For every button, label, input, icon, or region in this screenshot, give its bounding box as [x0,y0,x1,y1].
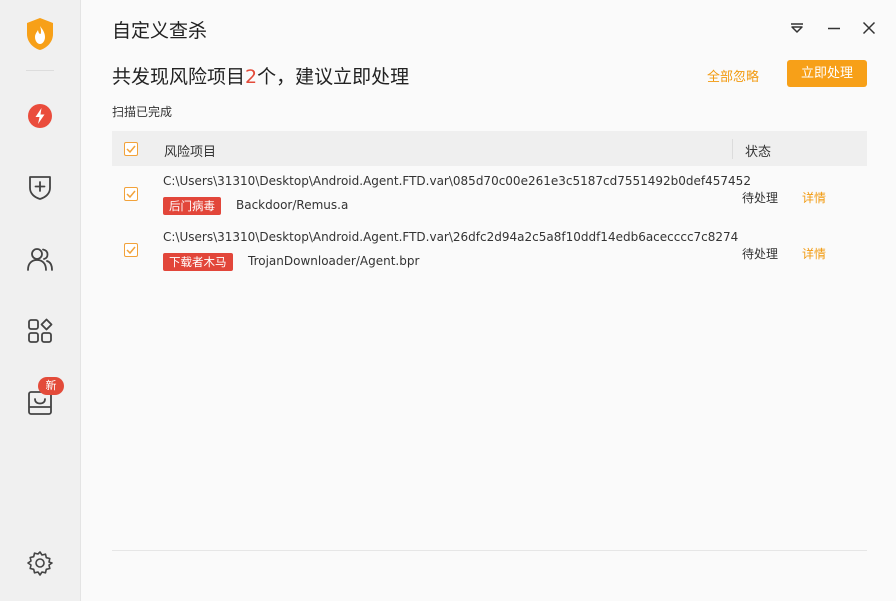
check-icon [126,145,136,153]
close-icon[interactable] [859,18,879,38]
logo-icon [24,18,56,50]
settings-icon[interactable] [24,547,56,579]
table-header: 风险项目 状态 [112,131,867,166]
shield-plus-icon[interactable] [24,171,56,203]
check-icon [126,246,136,254]
row-status: 待处理 [742,191,779,205]
select-all-checkbox[interactable] [124,142,138,156]
headline-prefix: 共发现风险项目 [112,66,246,88]
file-path: C:\Users\31310\Desktop\Android.Agent.FTD… [163,230,739,244]
window-title: 自定义查杀 [112,20,208,42]
fix-now-button[interactable]: 立即处理 [787,60,867,87]
threat-name: TrojanDownloader/Agent.bpr [248,254,420,268]
threat-name: Backdoor/Remus.a [236,198,349,212]
column-divider [732,139,733,159]
minimize-icon[interactable] [824,18,844,38]
check-icon [126,190,136,198]
row-status: 待处理 [742,247,779,261]
ignore-all-link[interactable]: 全部忽略 [707,66,759,85]
column-header-status: 状态 [745,145,772,160]
details-link[interactable]: 详情 [802,189,826,206]
table-row: C:\Users\31310\Desktop\Android.Agent.FTD… [112,222,867,278]
new-badge: 新 [38,377,64,395]
details-link[interactable]: 详情 [802,245,826,262]
apps-icon[interactable] [24,315,56,347]
threat-tag: 下载者木马 [163,253,233,271]
headline-suffix: 个，建议立即处理 [257,66,410,88]
row-checkbox[interactable] [124,243,138,257]
risk-count: 2 [245,66,258,88]
table-row: C:\Users\31310\Desktop\Android.Agent.FTD… [112,166,867,222]
result-headline: 共发现风险项目2个，建议立即处理 [112,62,409,89]
scan-status: 扫描已完成 [112,105,173,119]
sidebar: 新 [0,0,81,601]
risk-table: 风险项目 状态 C:\Users\31310\Desktop\Android.A… [112,131,867,278]
row-checkbox[interactable] [124,187,138,201]
lightning-icon[interactable] [24,100,56,132]
sidebar-divider [26,70,54,71]
file-path: C:\Users\31310\Desktop\Android.Agent.FTD… [163,174,751,188]
main-panel: 自定义查杀 共发现风险项目2个，建议立即处理 全部忽略 立即处理 扫描已完成 风… [81,0,896,601]
users-icon[interactable] [24,243,56,275]
threat-tag: 后门病毒 [163,197,221,215]
menu-dropdown-icon[interactable] [787,18,807,38]
footer-divider [112,550,867,551]
column-header-item: 风险项目 [164,145,217,160]
